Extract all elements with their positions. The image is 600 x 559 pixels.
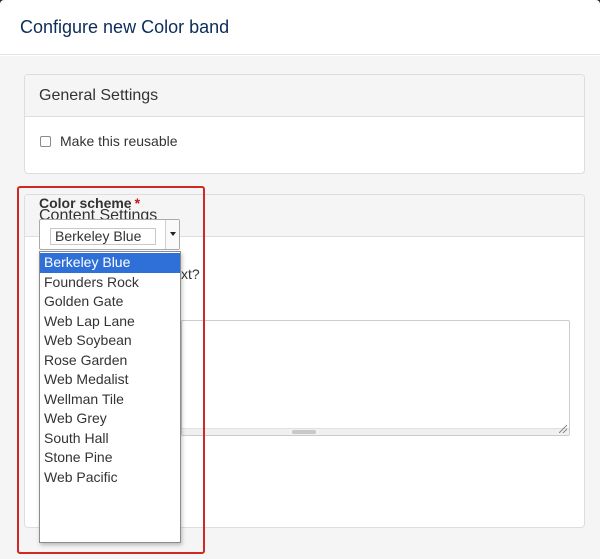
content-textarea[interactable] xyxy=(181,320,570,436)
reusable-checkbox-label: Make this reusable xyxy=(60,133,178,149)
modal-header: Configure new Color band xyxy=(0,0,600,55)
textarea-scroll-thumb[interactable] xyxy=(292,430,316,434)
color-scheme-label-text: Color scheme xyxy=(39,195,132,211)
dropdown-option[interactable]: Berkeley Blue xyxy=(40,253,180,273)
chevron-down-icon xyxy=(170,232,176,236)
color-scheme-select[interactable]: Berkeley Blue xyxy=(39,219,180,250)
dropdown-option[interactable]: Web Pacific xyxy=(40,468,180,488)
dropdown-option[interactable]: Rose Garden xyxy=(40,351,180,371)
textarea-horizontal-scrollbar[interactable] xyxy=(182,428,569,435)
dropdown-option[interactable]: Wellman Tile xyxy=(40,390,180,410)
dropdown-option[interactable]: Web Grey xyxy=(40,409,180,429)
configure-modal: Configure new Color band General Setting… xyxy=(0,0,600,559)
dropdown-option[interactable]: Golden Gate xyxy=(40,292,180,312)
general-settings-heading: General Settings xyxy=(25,75,584,117)
modal-title: Configure new Color band xyxy=(20,16,230,37)
color-scheme-label: Color scheme * xyxy=(39,195,140,211)
select-arrow-button[interactable] xyxy=(165,220,179,249)
dropdown-option[interactable]: South Hall xyxy=(40,429,180,449)
dropdown-option[interactable]: Web Lap Lane xyxy=(40,312,180,332)
dropdown-option[interactable]: Web Soybean xyxy=(40,331,180,351)
dropdown-option[interactable]: Web Medalist xyxy=(40,370,180,390)
reusable-checkbox[interactable] xyxy=(40,135,51,147)
required-mark: * xyxy=(134,195,141,211)
partially-hidden-label: xt? xyxy=(181,266,200,282)
color-scheme-selected-value: Berkeley Blue xyxy=(50,228,156,245)
general-settings-panel: General Settings Make this reusable xyxy=(24,74,585,174)
dropdown-option[interactable]: Stone Pine xyxy=(40,448,180,468)
dropdown-option[interactable]: Founders Rock xyxy=(40,273,180,293)
color-scheme-dropdown-list[interactable]: Berkeley Blue Founders Rock Golden Gate … xyxy=(39,251,181,543)
resize-grip-icon[interactable] xyxy=(559,425,567,433)
reusable-checkbox-row[interactable]: Make this reusable xyxy=(40,133,178,149)
